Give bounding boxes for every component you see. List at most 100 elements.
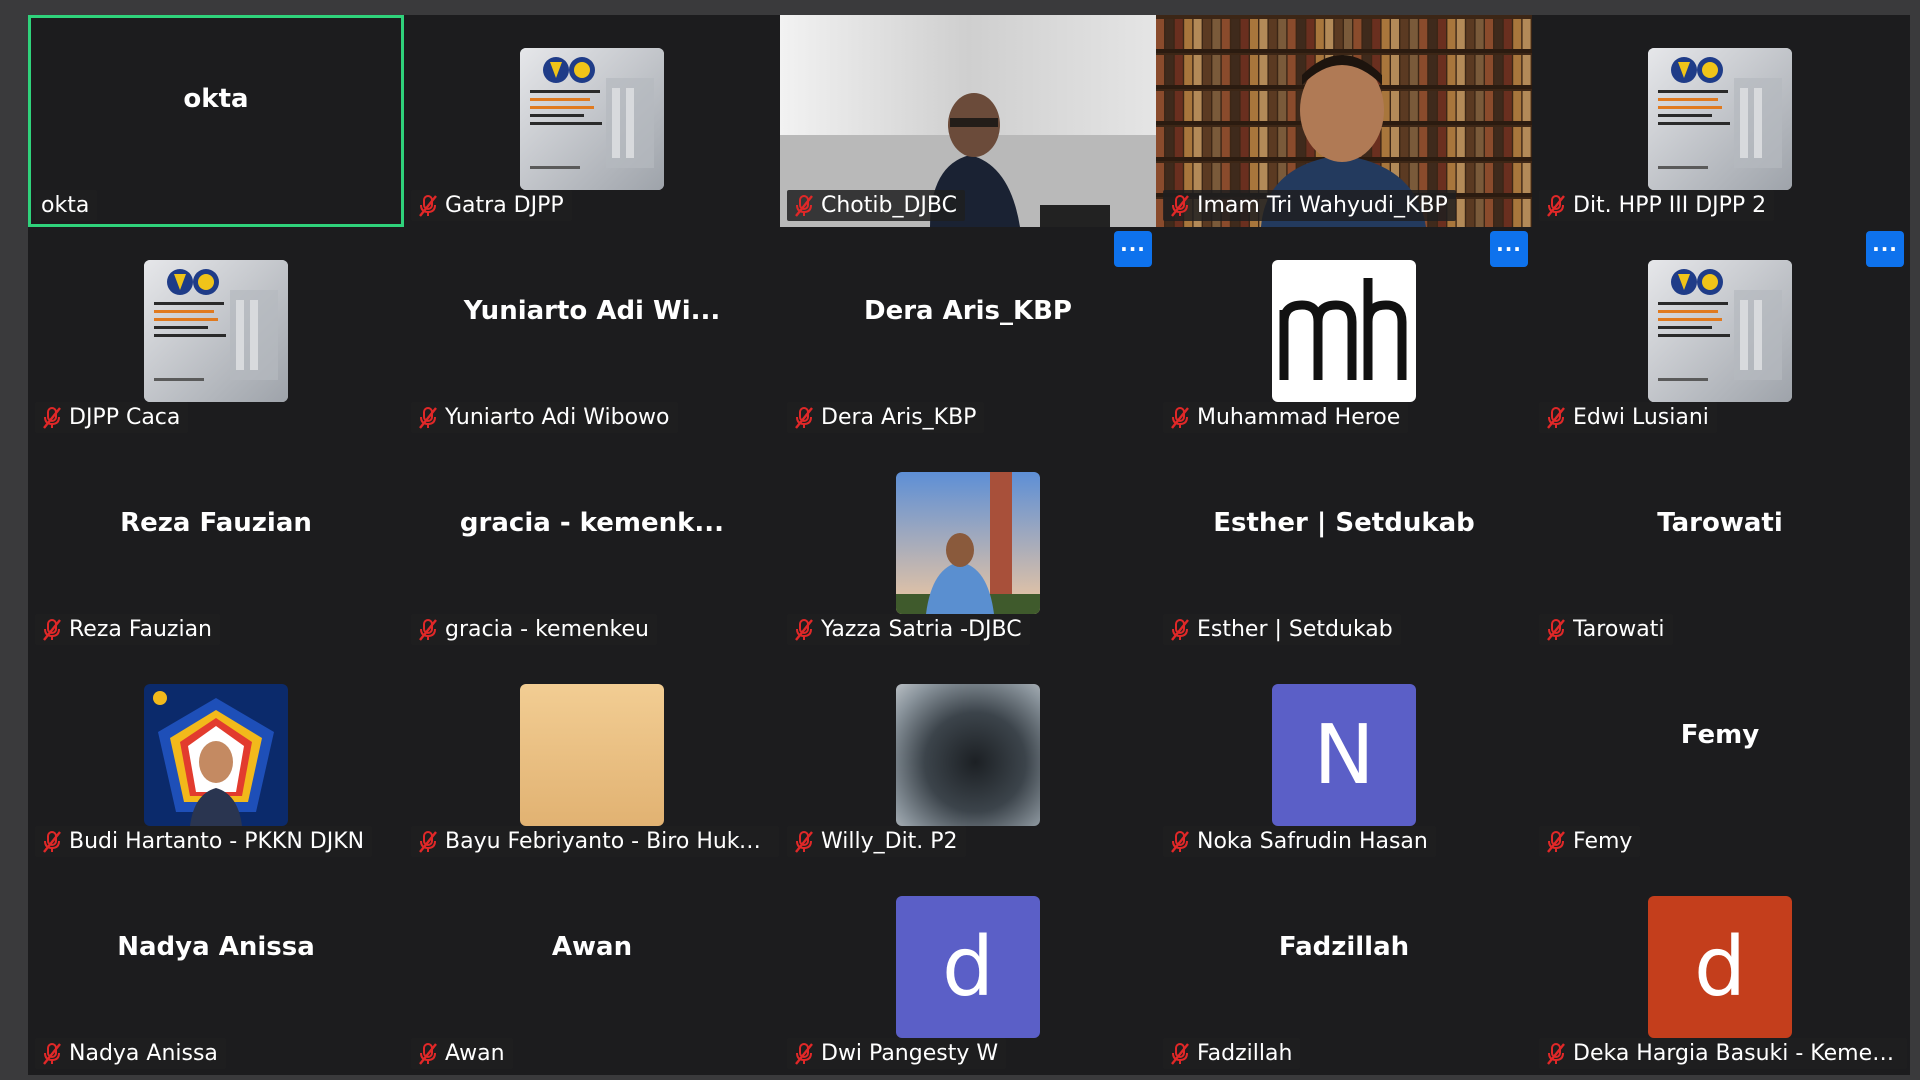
muted-mic-icon xyxy=(419,830,437,853)
muted-mic-icon xyxy=(43,618,61,641)
participant-avatar: N xyxy=(1272,684,1416,826)
profile-photo xyxy=(896,472,1040,614)
participant-name-label: Dit. HPP III DJPP 2 xyxy=(1539,190,1775,221)
muted-mic-icon xyxy=(1171,194,1189,217)
more-options-button[interactable]: ··· xyxy=(1866,231,1904,267)
muted-mic-icon xyxy=(795,1042,813,1065)
participant-name-text: Esther | Setdukab xyxy=(1197,617,1393,642)
participant-name-text: Chotib_DJBC xyxy=(821,193,957,218)
participant-name-text: Fadzillah xyxy=(1197,1041,1293,1066)
participant-tile[interactable]: Dit. HPP III DJPP 2 xyxy=(1532,15,1908,227)
participant-name-label: Deka Hargia Basuki - Kemenk... xyxy=(1539,1038,1907,1069)
participant-tile[interactable]: Tarowati Tarowati xyxy=(1532,439,1908,651)
participant-avatar: d xyxy=(896,896,1040,1038)
muted-mic-icon xyxy=(43,406,61,429)
participant-tile[interactable]: Nadya Anissa Nadya Anissa xyxy=(28,863,404,1075)
participant-name-label: Yazza Satria -DJBC xyxy=(787,614,1030,645)
participant-name-text: Dwi Pangesty W xyxy=(821,1041,999,1066)
participant-display-name: Nadya Anissa xyxy=(117,932,315,962)
participant-tile[interactable]: Yazza Satria -DJBC xyxy=(780,439,1156,651)
participant-tile[interactable]: Reza Fauzian Reza Fauzian xyxy=(28,439,404,651)
participant-tile[interactable]: ··· Edwi Lusiani xyxy=(1532,227,1908,439)
muted-mic-icon xyxy=(43,1042,61,1065)
participant-display-name: Dera Aris_KBP xyxy=(864,296,1072,326)
participant-name-text: Awan xyxy=(445,1041,505,1066)
participant-name-text: DJPP Caca xyxy=(69,405,181,430)
participant-name-text: Gatra DJPP xyxy=(445,193,564,218)
more-options-button[interactable]: ··· xyxy=(1490,231,1528,267)
participant-avatar xyxy=(1272,260,1416,402)
participant-name-text: Dit. HPP III DJPP 2 xyxy=(1573,193,1767,218)
participant-tile[interactable]: Willy_Dit. P2 xyxy=(780,651,1156,863)
participant-tile[interactable]: Gatra DJPP xyxy=(404,15,780,227)
djpp-logo-icon xyxy=(144,260,288,402)
participant-name-label: Bayu Febriyanto - Biro Hukum xyxy=(411,826,779,857)
muted-mic-icon xyxy=(1547,406,1565,429)
gallery-view-grid: okta okta Gatra DJPP Chotib_DJBC Imam Tri Wa… xyxy=(28,15,1910,1075)
muted-mic-icon xyxy=(795,406,813,429)
participant-name-text: Reza Fauzian xyxy=(69,617,212,642)
participant-name-text: Deka Hargia Basuki - Kemenk... xyxy=(1573,1041,1899,1066)
participant-name-text: Noka Safrudin Hasan xyxy=(1197,829,1428,854)
participant-tile[interactable]: Esther | Setdukab Esther | Setdukab xyxy=(1156,439,1532,651)
more-options-button[interactable]: ··· xyxy=(1114,231,1152,267)
muted-mic-icon xyxy=(1171,618,1189,641)
participant-name-text: Imam Tri Wahyudi_KBP xyxy=(1197,193,1448,218)
participant-avatar xyxy=(1648,260,1792,402)
participant-name-label: Femy xyxy=(1539,826,1641,857)
participant-tile[interactable]: Budi Hartanto - PKKN DJKN xyxy=(28,651,404,863)
participant-display-name: Awan xyxy=(551,932,633,962)
participant-display-name: Femy xyxy=(1680,720,1760,750)
participant-name-label: Awan xyxy=(411,1038,513,1069)
participant-name-label: gracia - kemenkeu xyxy=(411,614,657,645)
muted-mic-icon xyxy=(1171,830,1189,853)
participant-tile[interactable]: ··· Muhammad Heroe xyxy=(1156,227,1532,439)
participant-display-name: okta xyxy=(183,84,249,114)
participant-tile[interactable]: Yuniarto Adi Wi... Yuniarto Adi Wibowo xyxy=(404,227,780,439)
muted-mic-icon xyxy=(419,618,437,641)
muted-mic-icon xyxy=(795,618,813,641)
participant-name-label: Yuniarto Adi Wibowo xyxy=(411,402,678,433)
muted-mic-icon xyxy=(1547,618,1565,641)
participant-name-label: Willy_Dit. P2 xyxy=(787,826,966,857)
participant-tile[interactable]: Bayu Febriyanto - Biro Hukum xyxy=(404,651,780,863)
participant-name-text: Edwi Lusiani xyxy=(1573,405,1709,430)
participant-display-name: Yuniarto Adi Wi... xyxy=(463,296,721,326)
participant-display-name: Esther | Setdukab xyxy=(1213,508,1475,538)
participant-avatar xyxy=(896,472,1040,614)
participant-tile[interactable]: d Deka Hargia Basuki - Kemenk... xyxy=(1532,863,1908,1075)
participant-name-label: Gatra DJPP xyxy=(411,190,572,221)
participant-name-label: Tarowati xyxy=(1539,614,1673,645)
participant-avatar xyxy=(520,684,664,826)
participant-tile[interactable]: Dera Aris_KBP ··· Dera Aris_KBP xyxy=(780,227,1156,439)
muted-mic-icon xyxy=(1547,1042,1565,1065)
participant-name-label: Muhammad Heroe xyxy=(1163,402,1409,433)
participant-name-text: Willy_Dit. P2 xyxy=(821,829,958,854)
participant-avatar xyxy=(520,48,664,190)
participant-name-label: Noka Safrudin Hasan xyxy=(1163,826,1436,857)
participant-name-label: Dwi Pangesty W xyxy=(787,1038,1007,1069)
participant-avatar xyxy=(1648,48,1792,190)
participant-name-text: Budi Hartanto - PKKN DJKN xyxy=(69,829,365,854)
participant-tile[interactable]: N Noka Safrudin Hasan xyxy=(1156,651,1532,863)
participant-tile[interactable]: Imam Tri Wahyudi_KBP xyxy=(1156,15,1532,227)
muted-mic-icon xyxy=(419,194,437,217)
participant-tile[interactable]: DJPP Caca xyxy=(28,227,404,439)
avatar-initial: d xyxy=(941,919,995,1015)
participant-tile[interactable]: gracia - kemenk... gracia - kemenkeu xyxy=(404,439,780,651)
participant-tile[interactable]: d Dwi Pangesty W xyxy=(780,863,1156,1075)
muted-mic-icon xyxy=(1547,830,1565,853)
participant-display-name: Fadzillah xyxy=(1278,932,1410,962)
participant-avatar xyxy=(896,684,1040,826)
participant-tile[interactable]: okta okta xyxy=(28,15,404,227)
participant-tile[interactable]: Chotib_DJBC xyxy=(780,15,1156,227)
djpp-logo-icon xyxy=(1648,260,1792,402)
participant-name-label: Fadzillah xyxy=(1163,1038,1301,1069)
participant-name-label: Budi Hartanto - PKKN DJKN xyxy=(35,826,373,857)
participant-tile[interactable]: Awan Awan xyxy=(404,863,780,1075)
participant-name-label: Dera Aris_KBP xyxy=(787,402,985,433)
participant-name-text: Yuniarto Adi Wibowo xyxy=(445,405,670,430)
participant-tile[interactable]: Femy Femy xyxy=(1532,651,1908,863)
participant-name-label: Reza Fauzian xyxy=(35,614,220,645)
participant-tile[interactable]: Fadzillah Fadzillah xyxy=(1156,863,1532,1075)
